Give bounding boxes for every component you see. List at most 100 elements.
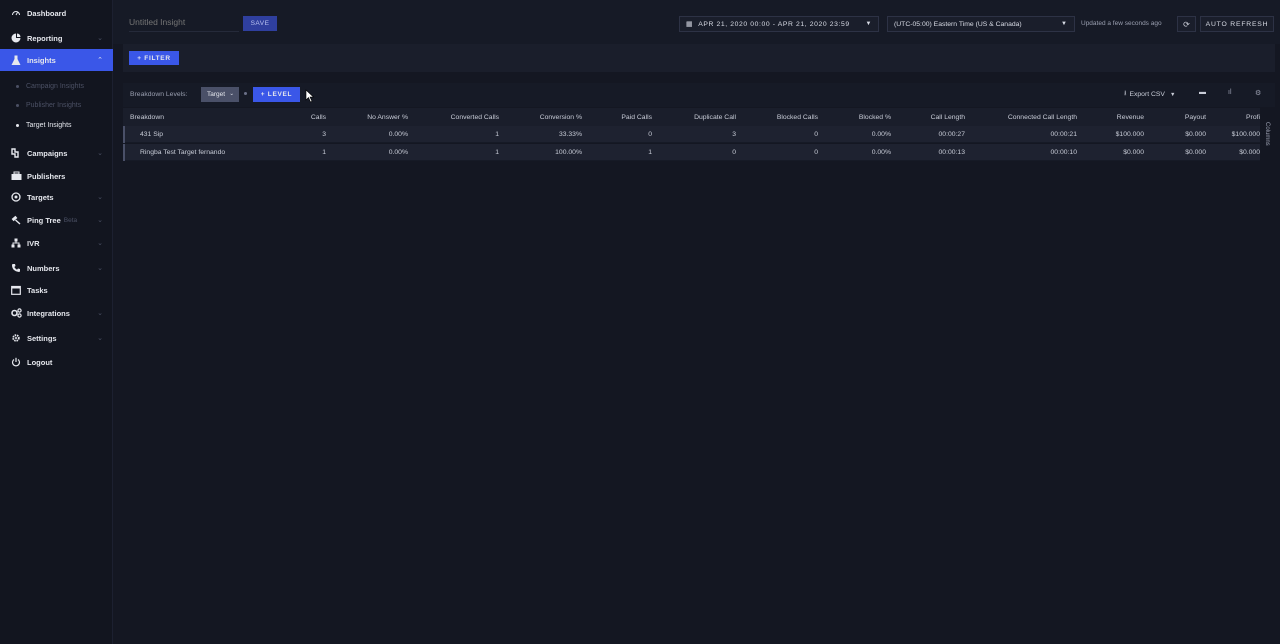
campaigns-icon <box>10 147 22 159</box>
sidebar-item-reporting[interactable]: Reporting ⌄ <box>0 27 113 49</box>
sidebar-item-ping-tree[interactable]: Ping Tree Beta ⌄ <box>0 209 113 231</box>
calendar-icon: ▦ <box>686 21 694 28</box>
chevron-down-icon: ⌄ <box>97 240 103 247</box>
gear-icon <box>10 332 22 344</box>
breakdown-bar: Breakdown Levels: Target ⌄ + LEVEL ⭳ Exp… <box>123 83 1275 107</box>
breakdown-level-chip[interactable]: Target ⌄ <box>201 87 239 102</box>
table-view-icon[interactable]: ▬ <box>1199 89 1206 96</box>
pie-chart-icon <box>10 32 22 44</box>
column-header[interactable]: Converted Calls <box>413 108 499 126</box>
chevron-down-icon: ⌄ <box>229 91 234 97</box>
insight-name-input[interactable] <box>129 12 239 32</box>
save-button[interactable]: SAVE <box>243 16 277 31</box>
sidebar-item-label: Integrations <box>27 308 70 318</box>
chart-view-icon[interactable]: ıl <box>1228 89 1232 96</box>
chevron-down-icon: ⌄ <box>97 265 103 272</box>
settings-icon[interactable]: ⚙ <box>1255 89 1261 97</box>
caret-down-icon: ▼ <box>865 21 872 27</box>
subitem-label: Target Insights <box>26 121 72 129</box>
timezone-select[interactable]: (UTC-05:00) Eastern Time (US & Canada) ▼ <box>887 16 1075 32</box>
cell-breakdown: Ringba Test Target fernando <box>140 148 226 156</box>
column-header[interactable]: Profi <box>1209 108 1260 126</box>
column-header[interactable]: Payout <box>1147 108 1206 126</box>
bullet-icon <box>16 84 19 88</box>
bullet-icon <box>16 123 19 127</box>
subitem-publisher-insights[interactable]: Publisher Insights <box>0 96 113 114</box>
cell-converted: 1 <box>495 130 499 138</box>
cell-paid: 0 <box>648 130 652 138</box>
date-range-picker[interactable]: ▦ APR 21, 2020 00:00 - APR 21, 2020 23:5… <box>679 16 879 32</box>
column-header[interactable]: Call Length <box>894 108 965 126</box>
sidebar: Dashboard Reporting ⌄ Insights ⌃ Campaig… <box>0 0 113 644</box>
cell-connected-length: 00:00:21 <box>1050 130 1077 138</box>
filter-bar: + FILTER <box>123 44 1275 72</box>
cell-calls: 3 <box>322 130 326 138</box>
auto-refresh-button[interactable]: AUTO REFRESH <box>1200 16 1274 32</box>
sidebar-item-ivr[interactable]: IVR ⌄ <box>0 232 113 254</box>
mouse-cursor-icon <box>305 89 315 103</box>
cell-no-answer: 0.00% <box>388 148 408 156</box>
timezone-text: (UTC-05:00) Eastern Time (US & Canada) <box>894 20 1022 28</box>
cogs-icon <box>10 307 22 319</box>
column-header[interactable]: Revenue <box>1080 108 1144 126</box>
cell-profit: $100.000 <box>1231 130 1260 138</box>
column-header[interactable]: Paid Calls <box>585 108 652 126</box>
sidebar-item-label: Numbers <box>27 263 60 273</box>
sidebar-item-publishers[interactable]: Publishers <box>0 165 113 187</box>
chevron-down-icon: ⌄ <box>97 335 103 342</box>
columns-tab-label: Columns <box>1264 122 1270 146</box>
sidebar-item-label: Publishers <box>27 171 66 181</box>
sidebar-item-label: Targets <box>27 192 54 202</box>
subitem-target-insights[interactable]: Target Insights <box>0 116 113 134</box>
column-header[interactable]: Conversion % <box>503 108 582 126</box>
chevron-down-icon: ⌄ <box>97 217 103 224</box>
power-icon <box>10 356 22 368</box>
add-filter-button[interactable]: + FILTER <box>129 51 179 65</box>
sidebar-item-settings[interactable]: Settings ⌄ <box>0 327 113 349</box>
sidebar-item-targets[interactable]: Targets ⌄ <box>0 186 113 208</box>
sidebar-item-integrations[interactable]: Integrations ⌄ <box>0 302 113 324</box>
cell-duplicate: 0 <box>732 148 736 156</box>
subitem-campaign-insights[interactable]: Campaign Insights <box>0 77 113 95</box>
cell-connected-length: 00:00:10 <box>1050 148 1077 156</box>
sidebar-item-campaigns[interactable]: Campaigns ⌄ <box>0 142 113 164</box>
column-header[interactable]: No Answer % <box>328 108 408 126</box>
publishers-icon <box>10 170 22 182</box>
chevron-down-icon: ⌄ <box>97 194 103 201</box>
phone-icon <box>10 262 22 274</box>
refresh-button[interactable]: ⟳ <box>1177 16 1196 32</box>
column-header[interactable]: Duplicate Call <box>655 108 736 126</box>
bullet-icon <box>16 103 19 107</box>
columns-panel-toggle[interactable]: Columns <box>1261 122 1273 166</box>
sidebar-item-tasks[interactable]: Tasks <box>0 279 113 301</box>
sidebar-item-dashboard[interactable]: Dashboard <box>0 2 113 24</box>
table-row[interactable]: Ringba Test Target fernando 1 0.00% 1 10… <box>123 144 1260 161</box>
column-header[interactable]: Blocked Calls <box>739 108 818 126</box>
sidebar-item-label: Tasks <box>27 285 48 295</box>
export-label: Export CSV <box>1129 91 1165 98</box>
caret-down-icon: ▼ <box>1169 91 1176 98</box>
column-header[interactable]: Breakdown <box>130 108 164 126</box>
gavel-icon <box>10 214 22 226</box>
column-header[interactable]: Calls <box>273 108 326 126</box>
chevron-down-icon: ⌄ <box>97 310 103 317</box>
column-header[interactable]: Blocked % <box>821 108 891 126</box>
subitem-label: Campaign Insights <box>26 82 84 90</box>
cell-blocked: 0 <box>814 130 818 138</box>
sidebar-item-numbers[interactable]: Numbers ⌄ <box>0 257 113 279</box>
add-level-button[interactable]: + LEVEL <box>253 87 300 102</box>
table-header: Breakdown Calls No Answer % Converted Ca… <box>123 108 1260 126</box>
sidebar-item-label: Settings <box>27 333 57 343</box>
table-row[interactable]: 431 Sip 3 0.00% 1 33.33% 0 3 0 0.00% 00:… <box>123 126 1260 143</box>
column-header[interactable]: Connected Call Length <box>968 108 1077 126</box>
cell-conversion: 100.00% <box>555 148 582 156</box>
chevron-down-icon: ⌄ <box>97 35 103 42</box>
cell-call-length: 00:00:27 <box>938 130 965 138</box>
dashboard-icon <box>10 7 22 19</box>
cell-breakdown: 431 Sip <box>140 130 164 138</box>
sidebar-item-label: Dashboard <box>27 8 67 18</box>
sidebar-item-logout[interactable]: Logout <box>0 351 113 373</box>
cell-blocked-pct: 0.00% <box>871 130 891 138</box>
export-csv-button[interactable]: ⭳ Export CSV ▼ <box>1124 89 1175 100</box>
sidebar-item-insights[interactable]: Insights ⌃ <box>0 49 113 71</box>
